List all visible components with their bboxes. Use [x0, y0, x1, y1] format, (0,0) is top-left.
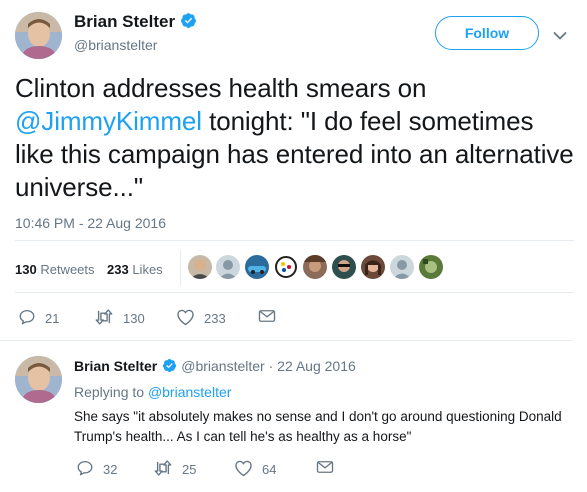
- liker-avatar[interactable]: [303, 255, 327, 279]
- retweet-icon: [153, 459, 182, 480]
- likes-stat[interactable]: 233 Likes: [107, 262, 163, 277]
- retweets-stat[interactable]: 130 Retweets: [15, 262, 95, 277]
- tweet-timestamp[interactable]: 10:46 PM - 22 Aug 2016: [15, 215, 166, 231]
- like-button[interactable]: 233: [176, 308, 226, 329]
- direct-message-icon: [258, 308, 285, 327]
- reply-retweet-count: 25: [182, 462, 197, 477]
- retweet-button[interactable]: 130: [94, 308, 145, 329]
- reply-meta[interactable]: @brianstelter · 22 Aug 2016: [181, 358, 356, 374]
- retweets-label: Retweets: [40, 262, 95, 277]
- tweet-text: Clinton addresses health smears on @Jimm…: [15, 72, 575, 204]
- reply-author-name[interactable]: Brian Stelter: [74, 358, 157, 374]
- chevron-down-icon[interactable]: [553, 28, 567, 40]
- liker-avatar[interactable]: [419, 255, 443, 279]
- author-handle[interactable]: @brianstelter: [74, 37, 157, 53]
- reply-retweet-button[interactable]: 25: [153, 459, 196, 480]
- reply-count: 21: [45, 311, 60, 326]
- liker-avatar[interactable]: [361, 255, 385, 279]
- liker-avatar[interactable]: [216, 255, 240, 279]
- reply-icon: [18, 308, 45, 329]
- reply-like-count: 64: [262, 462, 277, 477]
- like-heart-icon: [176, 308, 204, 329]
- reply-like-button[interactable]: 64: [234, 459, 276, 480]
- author-name-text[interactable]: Brian Stelter: [74, 12, 175, 31]
- likes-label: Likes: [132, 262, 163, 277]
- reply-icon: [76, 459, 103, 480]
- like-count: 233: [204, 311, 226, 326]
- mention-link[interactable]: @JimmyKimmel: [15, 106, 202, 136]
- liker-avatar[interactable]: [274, 255, 298, 279]
- tweet-text-part: Clinton addresses health smears on: [15, 73, 427, 103]
- divider: [15, 292, 574, 293]
- direct-message-icon: [316, 459, 343, 478]
- retweet-count: 130: [123, 311, 145, 326]
- reply-author-avatar[interactable]: [15, 356, 62, 403]
- likes-count: 233: [107, 262, 129, 277]
- retweet-icon: [94, 308, 123, 329]
- author-name[interactable]: Brian Stelter: [74, 12, 197, 34]
- like-heart-icon: [234, 459, 262, 480]
- retweets-count: 130: [15, 262, 37, 277]
- reply-text: She says "it absolutely makes no sense a…: [74, 409, 562, 444]
- author-avatar[interactable]: [15, 12, 62, 59]
- liker-avatar[interactable]: [245, 255, 269, 279]
- reply-direct-message-button[interactable]: [316, 459, 343, 478]
- direct-message-button[interactable]: [258, 308, 285, 327]
- reply-reply-count: 32: [103, 462, 118, 477]
- liker-avatar[interactable]: [332, 255, 356, 279]
- reply-reply-button[interactable]: 32: [76, 459, 117, 480]
- verified-badge-icon: [162, 358, 177, 376]
- liker-avatar[interactable]: [188, 255, 212, 279]
- divider: [15, 240, 574, 241]
- divider: [0, 340, 572, 341]
- follow-button[interactable]: Follow: [435, 16, 539, 50]
- replying-to-label: Replying to: [74, 384, 145, 400]
- verified-badge-icon: [180, 12, 197, 34]
- liker-avatar[interactable]: [390, 255, 414, 279]
- reply-header: Brian Stelter @brianstelter · 22 Aug 2016: [74, 358, 356, 376]
- reply-button[interactable]: 21: [18, 308, 59, 329]
- stats-separator: [180, 250, 181, 286]
- replying-to: Replying to @brianstelter: [74, 384, 231, 400]
- replying-to-handle[interactable]: @brianstelter: [148, 384, 231, 400]
